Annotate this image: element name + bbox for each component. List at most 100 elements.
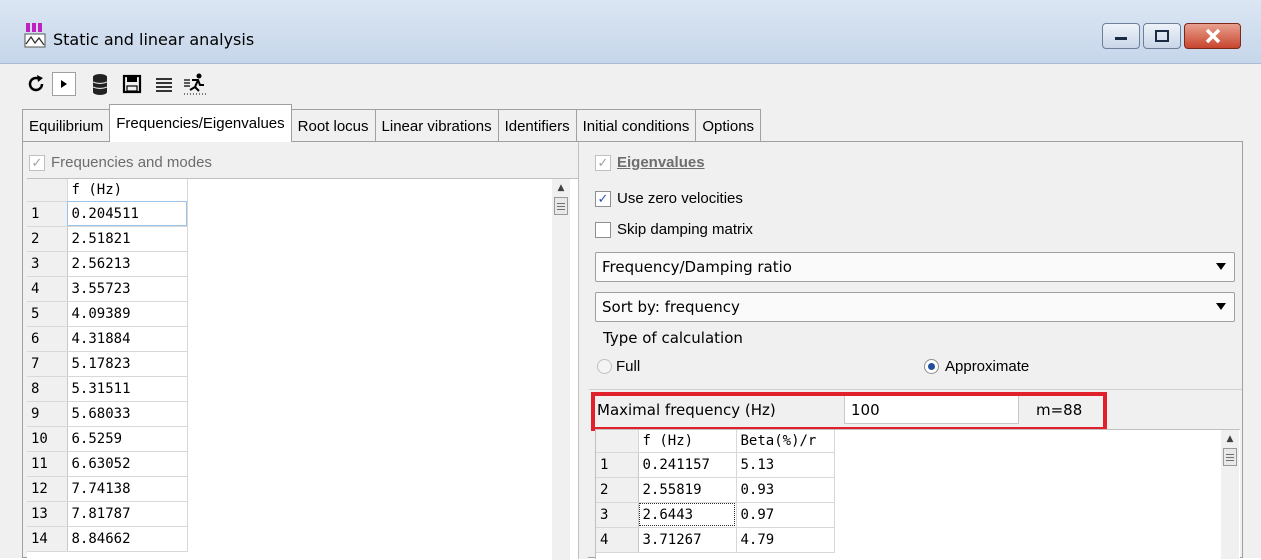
table-row[interactable]: 9 5.68033 (27, 401, 188, 427)
tab-identifiers[interactable]: Identifiers (497, 109, 577, 142)
skip-damping-label: Skip damping matrix (617, 221, 753, 238)
table-row[interactable]: 1 0.204511 (27, 201, 188, 227)
table-row[interactable]: 4 3.55723 (27, 276, 188, 302)
beta-cell[interactable]: 4.79 (736, 527, 835, 553)
frequency-cell[interactable]: 6.5259 (67, 426, 188, 452)
table-row[interactable]: 2 2.55819 0.93 (596, 477, 835, 503)
sort-value: Sort by: frequency (602, 298, 740, 316)
close-button[interactable] (1184, 23, 1241, 49)
radio-full[interactable] (597, 359, 612, 374)
row-number: 1 (27, 201, 68, 227)
frequency-cell[interactable]: 3.71267 (638, 527, 737, 553)
table-row[interactable]: 8 5.31511 (27, 376, 188, 402)
row-number: 9 (27, 401, 68, 427)
database-button[interactable] (86, 70, 114, 98)
frequency-cell[interactable]: 7.81787 (67, 501, 188, 527)
frequency-cell[interactable]: 5.31511 (67, 376, 188, 402)
scroll-up-icon[interactable]: ▲ (1221, 430, 1239, 448)
frequency-cell[interactable]: 5.17823 (67, 351, 188, 377)
zero-velocities-row[interactable]: ✓ Use zero velocities (595, 190, 743, 207)
tab-equilibrium[interactable]: Equilibrium (22, 109, 111, 142)
frequency-cell[interactable]: 2.55819 (638, 477, 737, 503)
eigenvalues-checkbox-row[interactable]: ✓ Eigenvalues (595, 154, 705, 171)
play-button[interactable] (52, 72, 76, 96)
radio-approx-label: Approximate (945, 358, 1030, 375)
table-row[interactable]: 5 4.09389 (27, 301, 188, 327)
table-row[interactable]: 4 3.71267 4.79 (596, 527, 835, 553)
run-button[interactable] (181, 70, 209, 98)
table-row[interactable]: 1 0.241157 5.13 (596, 452, 835, 478)
frequency-cell[interactable]: 5.68033 (67, 401, 188, 427)
splitter[interactable] (578, 142, 588, 559)
table-row[interactable]: 2 2.51821 (27, 226, 188, 252)
eigenvalues-grid[interactable]: f (Hz) Beta(%)/r 1 0.241157 5.13 2 2.55819 0.… (595, 429, 1240, 559)
skip-damping-checkbox[interactable] (595, 221, 611, 238)
frequency-cell[interactable]: 4.31884 (67, 326, 188, 352)
minimize-button[interactable] (1102, 23, 1140, 49)
frequencies-modes-checkbox[interactable]: ✓ (29, 154, 45, 171)
frequencies-grid[interactable]: f (Hz) 1 0.204511 2 2.51821 3 2.56213 4 3.55723… (27, 178, 578, 560)
table-row[interactable]: 12 7.74138 (27, 476, 188, 502)
radio-approx-row[interactable]: Approximate (924, 358, 1029, 375)
sort-select[interactable]: Sort by: frequency (595, 292, 1235, 322)
skip-damping-row[interactable]: Skip damping matrix (595, 221, 753, 238)
table-row[interactable]: 3 2.56213 (27, 251, 188, 277)
frequencies-modes-label: Frequencies and modes (51, 154, 212, 171)
frequencies-scrollbar[interactable]: ▲ (552, 179, 570, 560)
frequencies-modes-checkbox-row[interactable]: ✓ Frequencies and modes (29, 154, 212, 171)
maximize-button[interactable] (1143, 23, 1181, 49)
calc-type-label: Type of calculation (603, 329, 743, 347)
column-header-beta[interactable]: Beta(%)/r (736, 430, 835, 453)
row-number: 8 (27, 376, 68, 402)
frequency-cell[interactable]: 2.51821 (67, 226, 188, 252)
frequency-cell[interactable]: 0.241157 (638, 452, 737, 478)
radio-approximate[interactable] (924, 359, 939, 374)
refresh-icon (28, 75, 44, 92)
table-row[interactable]: 14 8.84662 (27, 526, 188, 552)
row-number: 7 (27, 351, 68, 377)
zero-velocities-checkbox[interactable]: ✓ (595, 190, 611, 207)
scroll-thumb[interactable] (554, 197, 568, 215)
beta-cell[interactable]: 0.97 (736, 502, 835, 528)
row-number: 10 (27, 426, 68, 452)
tab-linear-vibrations[interactable]: Linear vibrations (374, 109, 499, 142)
frequency-cell[interactable]: 4.09389 (67, 301, 188, 327)
eigenvalues-checkbox[interactable]: ✓ (595, 154, 611, 171)
row-number: 6 (27, 326, 68, 352)
eigenvalues-table: f (Hz) Beta(%)/r 1 0.241157 5.13 2 2.55819 0.… (596, 430, 835, 553)
refresh-button[interactable] (22, 70, 50, 98)
row-number: 14 (27, 526, 68, 552)
table-row[interactable]: 11 6.63052 (27, 451, 188, 477)
table-row[interactable]: 10 6.5259 (27, 426, 188, 452)
eigenvalues-scrollbar[interactable]: ▲ (1221, 430, 1239, 559)
frequency-cell[interactable]: 2.56213 (67, 251, 188, 277)
table-row[interactable]: 13 7.81787 (27, 501, 188, 527)
highlight-box (591, 392, 1107, 431)
frequency-cell[interactable]: 2.6443 (638, 502, 737, 528)
scroll-thumb[interactable] (1223, 448, 1237, 466)
tab-initial-conditions[interactable]: Initial conditions (575, 109, 697, 142)
table-row[interactable]: 7 5.17823 (27, 351, 188, 377)
display-mode-select[interactable]: Frequency/Damping ratio (595, 252, 1235, 282)
list-button[interactable] (150, 70, 178, 98)
beta-cell[interactable]: 0.93 (736, 477, 835, 503)
table-row[interactable]: 3 2.6443 0.97 (596, 502, 835, 528)
beta-cell[interactable]: 5.13 (736, 452, 835, 478)
column-header-f[interactable]: f (Hz) (638, 430, 737, 453)
table-row[interactable]: 6 4.31884 (27, 326, 188, 352)
scroll-up-icon[interactable]: ▲ (552, 179, 570, 197)
frequency-cell[interactable]: 8.84662 (67, 526, 188, 552)
frequency-cell[interactable]: 3.55723 (67, 276, 188, 302)
maximize-icon (1155, 30, 1169, 42)
radio-full-label: Full (616, 358, 641, 375)
radio-full-row[interactable]: Full (597, 358, 640, 375)
save-button[interactable] (118, 70, 146, 98)
frequency-cell[interactable]: 0.204511 (67, 201, 188, 227)
column-header-f[interactable]: f (Hz) (67, 179, 188, 202)
title-bar: Static and linear analysis (0, 0, 1261, 64)
tab-root-locus[interactable]: Root locus (290, 109, 376, 142)
frequency-cell[interactable]: 7.74138 (67, 476, 188, 502)
tab-frequencies-eigenvalues[interactable]: Frequencies/Eigenvalues (109, 104, 292, 142)
frequency-cell[interactable]: 6.63052 (67, 451, 188, 477)
tab-options[interactable]: Options (695, 109, 762, 142)
